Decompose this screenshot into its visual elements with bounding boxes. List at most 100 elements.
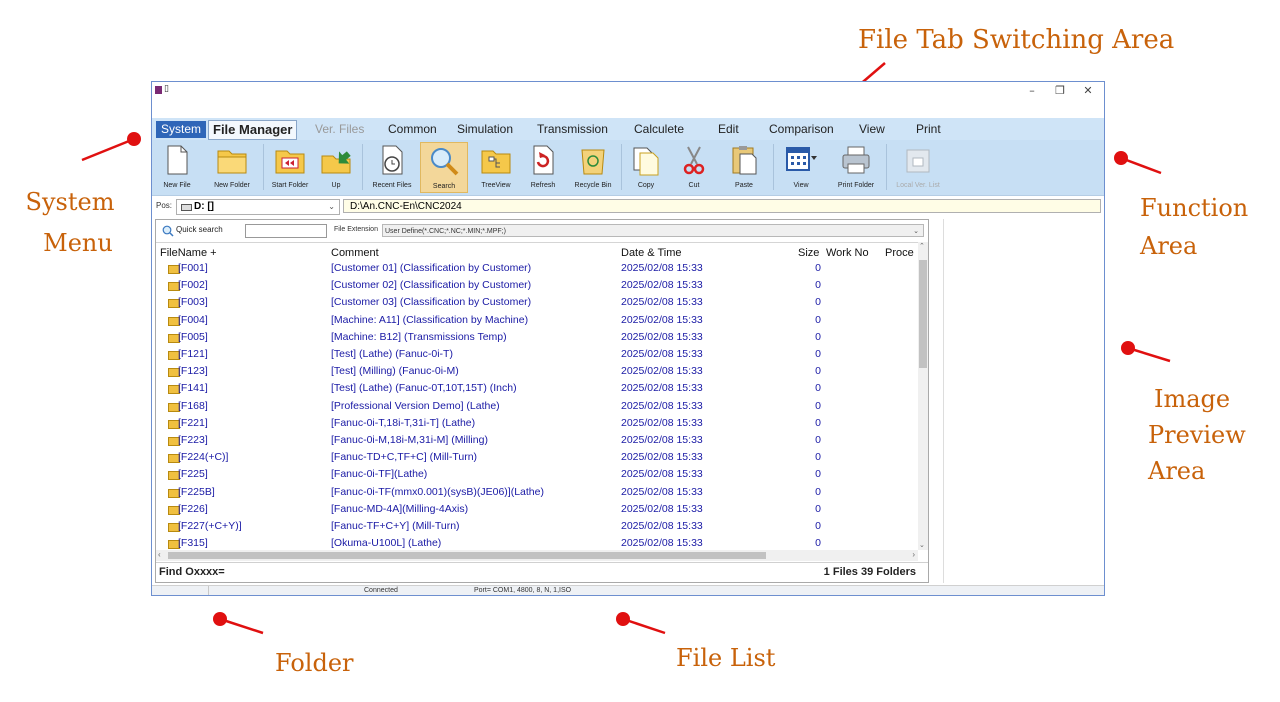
file-name: [F121] [178, 348, 208, 360]
cut-button[interactable]: Cut [672, 142, 716, 193]
file-extension-select[interactable]: User Define(*.CNC;*.NC;*.MIN;*.MPF;) ⌄ [382, 224, 924, 237]
folder-label: Folder [275, 649, 354, 677]
tab-calculete[interactable]: Calculete [634, 122, 684, 136]
tab-edit[interactable]: Edit [718, 122, 739, 136]
table-row[interactable]: [F224(+C)] [Fanuc-TD+C,TF+C] (Mill-Turn) 2… [156, 451, 916, 468]
copy-button[interactable]: Copy [624, 142, 668, 193]
recent-files-button[interactable]: Recent Files [366, 142, 418, 193]
table-row[interactable]: [F225B] [Fanuc-0i-TF(mmx0.001)(sysB)(JE06… [156, 486, 916, 503]
scroll-right-icon[interactable]: › [912, 550, 915, 560]
file-date: 2025/02/08 15:33 [621, 262, 703, 274]
tab-ver-files[interactable]: Ver. Files [315, 122, 364, 136]
up-button[interactable]: Up [316, 142, 356, 193]
table-row[interactable]: [F227(+C+Y)] [Fanuc-TF+C+Y] (Mill-Turn) 20… [156, 520, 916, 537]
paste-button[interactable]: Paste [720, 142, 768, 193]
table-row[interactable]: [F225] [Fanuc-0i-TF](Lathe) 2025/02/08 15:… [156, 468, 916, 485]
table-row[interactable]: [F121] [Test] (Lathe) (Fanuc-0i-T) 2025/02… [156, 348, 916, 365]
table-row[interactable]: [F123] [Test] (Milling) (Fanuc-0i-M) 2025/… [156, 365, 916, 382]
file-tab-area-label: File Tab Switching Area [858, 25, 1175, 55]
table-row[interactable]: [F223] [Fanuc-0i-M,18i-M,31i-M] (Milling)… [156, 434, 916, 451]
file-size: 0 [815, 262, 821, 274]
tab-transmission[interactable]: Transmission [537, 122, 608, 136]
tab-comparison[interactable]: Comparison [769, 122, 834, 136]
view-button[interactable]: View [776, 142, 826, 193]
print-folder-button[interactable]: Print Folder [830, 142, 882, 193]
toolbar-separator [362, 144, 363, 190]
folder-pointer-line [219, 617, 264, 635]
table-row[interactable]: [F003] [Customer 03] (Classification by C… [156, 296, 916, 313]
file-list-pointer-line [622, 617, 666, 635]
drive-value: D: [] [194, 201, 214, 212]
file-size: 0 [815, 399, 821, 412]
file-size: 0 [815, 279, 821, 292]
file-comment: [Fanuc-0i-TF(mmx0.001)(sysB)(JE06)](Lath… [331, 485, 544, 498]
file-size: 0 [815, 296, 821, 309]
file-date: 2025/02/08 15:33 [621, 520, 703, 532]
file-comment: [Customer 02] (Classification by Custome… [331, 279, 532, 292]
file-size: 0 [815, 502, 821, 515]
column-date[interactable]: Date & Time [621, 247, 682, 259]
column-comment[interactable]: Comment [331, 247, 379, 259]
file-name: [F005] [178, 330, 208, 343]
start-folder-button[interactable]: Start Folder [266, 142, 314, 193]
file-date: 2025/02/08 15:33 [621, 279, 703, 292]
path-input[interactable]: D:\An.CNC-En\CNC2024 [343, 199, 1101, 213]
table-row[interactable]: [F168] [Professional Version Demo] (Lathe… [156, 400, 916, 417]
file-name: [F002] [178, 279, 208, 292]
system-menu-pointer-line [81, 137, 135, 162]
file-extension-label: File Extension [334, 226, 378, 233]
restore-button[interactable]: ❐ [1046, 82, 1074, 100]
vertical-scroll-thumb[interactable] [919, 260, 927, 368]
drive-icon [181, 204, 192, 211]
scroll-up-icon[interactable]: ⌃ [919, 242, 925, 250]
tab-common[interactable]: Common [388, 122, 437, 136]
new-folder-button[interactable]: New Folder [204, 142, 260, 193]
table-row[interactable]: [F226] [Fanuc-MD-4A](Milling-4Axis) 2025/0… [156, 503, 916, 520]
new-file-button[interactable]: New File [154, 142, 200, 193]
treeview-button[interactable]: TreeView [472, 142, 520, 193]
close-button[interactable]: ✕ [1074, 82, 1102, 100]
file-size: 0 [815, 537, 821, 550]
table-row[interactable]: [F004] [Machine: A11] (Classification by … [156, 314, 916, 331]
file-date: 2025/02/08 15:33 [621, 468, 703, 481]
table-row[interactable]: [F005] [Machine: B12] (Transmissions Temp… [156, 331, 916, 348]
image-preview-pointer-dot [1121, 341, 1135, 355]
app-icon [155, 86, 162, 94]
table-row[interactable]: [F141] [Test] (Lathe) (Fanuc-0T,10T,15T) … [156, 382, 916, 399]
file-date: 2025/02/08 15:33 [621, 416, 703, 429]
tab-file-manager[interactable]: File Manager [208, 120, 298, 140]
search-button[interactable]: Search [420, 142, 468, 193]
column-process[interactable]: Proce [885, 247, 914, 259]
file-comment: [Fanuc-0i-T,18i-T,31i-T] (Lathe) [331, 416, 476, 429]
file-name: [F123] [178, 365, 208, 378]
search-icon [162, 225, 174, 237]
tab-simulation[interactable]: Simulation [457, 122, 513, 136]
minimize-button[interactable]: – [1018, 82, 1046, 100]
scroll-left-icon[interactable]: ‹ [158, 550, 161, 560]
tab-view[interactable]: View [859, 122, 885, 136]
scroll-down-icon[interactable]: ⌄ [919, 541, 925, 549]
recycle-bin-button[interactable]: Recycle Bin [568, 142, 618, 193]
status-bar: Connected Port= COM1, 4800, 8, N, 1,ISO [152, 585, 1104, 595]
system-menu-pointer-dot [127, 132, 141, 146]
column-work-no[interactable]: Work No [826, 247, 869, 259]
refresh-button[interactable]: Refresh [522, 142, 564, 193]
tab-print[interactable]: Print [916, 122, 941, 136]
table-row[interactable]: [F002] [Customer 02] (Classification by C… [156, 279, 916, 296]
local-ver-list-button[interactable]: Local Ver. List [890, 142, 946, 193]
quick-search-input[interactable] [245, 224, 327, 238]
horizontal-scroll-thumb[interactable] [168, 552, 766, 559]
file-comment: [Customer 01] (Classification by Custome… [331, 262, 532, 274]
drive-select[interactable]: D: [] ⌄ [176, 199, 340, 215]
horizontal-scrollbar[interactable]: ‹ › [156, 550, 918, 561]
column-size[interactable]: Size [798, 247, 819, 259]
file-size: 0 [815, 485, 821, 498]
file-date: 2025/02/08 15:33 [621, 296, 703, 309]
system-menu-button[interactable]: System [156, 121, 206, 138]
view-grid-icon [786, 147, 817, 171]
table-row[interactable]: [F221] [Fanuc-0i-T,18i-T,31i-T] (Lathe) 20… [156, 417, 916, 434]
table-row[interactable]: [F001] [Customer 01] (Classification by C… [156, 262, 916, 279]
function-area-label-line1: Function [1140, 194, 1249, 222]
vertical-scrollbar[interactable]: ⌃ ⌄ [918, 242, 928, 550]
column-filename[interactable]: FileName + [160, 247, 217, 259]
